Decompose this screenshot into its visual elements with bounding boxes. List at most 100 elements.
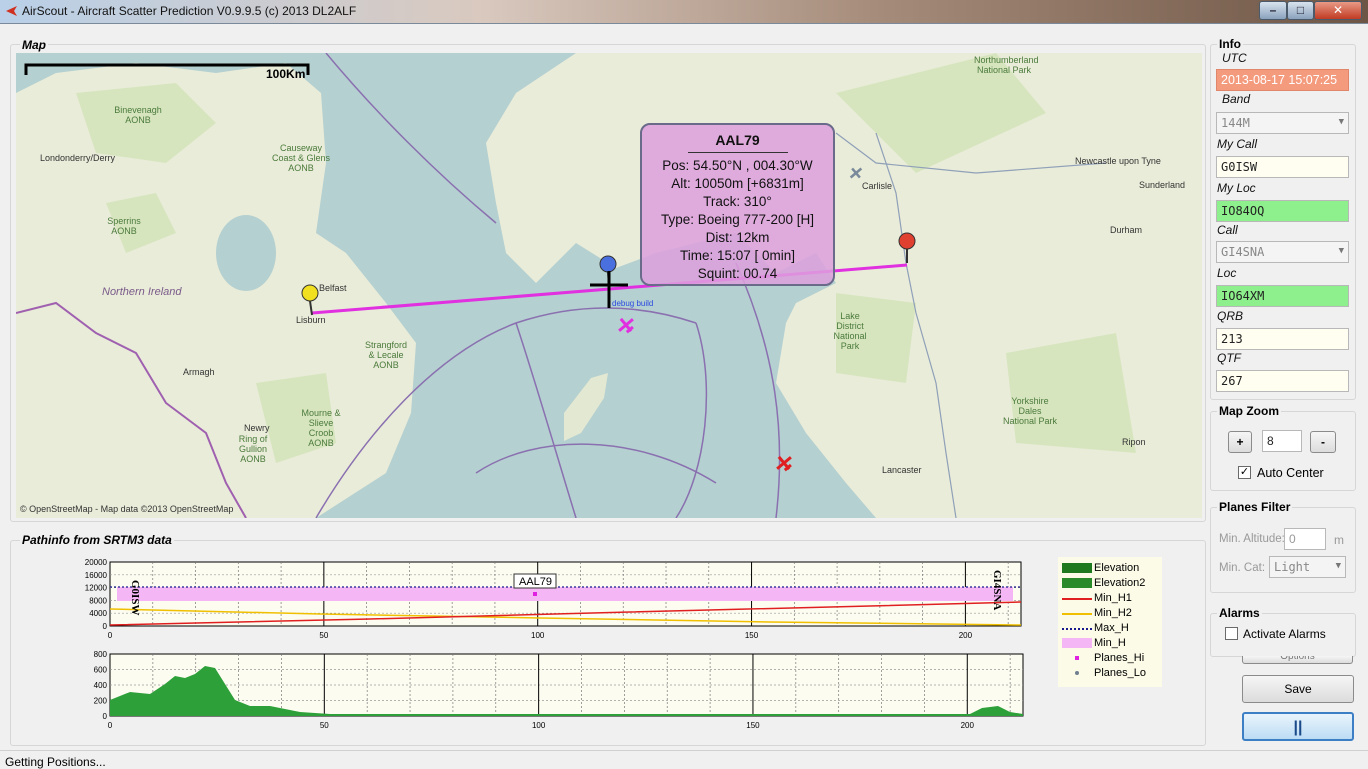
utc-label: UTC	[1222, 51, 1247, 65]
plane-tag-label: AAL79	[519, 576, 552, 588]
x-tick-label: 0	[108, 721, 113, 730]
popup-line: Track: 310°	[703, 194, 772, 209]
info-title: Info	[1217, 37, 1243, 51]
elevation-chart: 800 600 400 200 00 50 100 150 200	[94, 650, 1024, 730]
x-tick-label: 50	[319, 631, 328, 640]
place-label: Yorkshire Dales National Park	[1002, 396, 1058, 426]
place-label: Durham	[1110, 225, 1143, 235]
plane-icon-magenta[interactable]	[614, 313, 638, 337]
legend-label: Elevation2	[1094, 577, 1146, 589]
auto-center-checkbox[interactable]: ✓	[1238, 466, 1251, 479]
zoom-title: Map Zoom	[1217, 404, 1281, 418]
legend-label: Elevation	[1094, 562, 1140, 574]
place-label: Armagh	[183, 367, 215, 377]
chevron-down-icon: ▼	[1338, 246, 1344, 256]
loc-field[interactable]: IO64XM	[1216, 285, 1349, 307]
auto-center-label: Auto Center	[1257, 466, 1324, 480]
place-label: Lake District National Park	[833, 311, 867, 351]
y-tick-label: 400	[94, 681, 108, 690]
activate-alarms-label: Activate Alarms	[1243, 627, 1326, 641]
y-tick-label: 12000	[85, 584, 108, 593]
min-altitude-field[interactable]: 0	[1284, 528, 1326, 550]
legend-label: Planes_Hi	[1094, 652, 1145, 664]
popup-title: AAL79	[715, 132, 760, 148]
zoom-level-field[interactable]: 8	[1262, 430, 1302, 452]
y-tick-label: 16000	[85, 571, 108, 580]
place-label: Northern Ireland	[102, 286, 182, 298]
zoom-in-button[interactable]: +	[1228, 431, 1252, 453]
legend-label: Min_H	[1094, 637, 1126, 649]
plane-marker	[533, 592, 537, 596]
green-area-6	[1006, 333, 1136, 453]
chart-label-right: GI4SNA	[991, 570, 1003, 610]
qtf-field: 267	[1216, 370, 1349, 392]
zoom-out-button[interactable]: -	[1310, 431, 1336, 453]
place-label: Lisburn	[296, 315, 326, 325]
plane-icon-red[interactable]	[772, 451, 796, 475]
ireland-land	[16, 63, 416, 518]
path-height-chart: 20000 16000 12000 8000 4000 00 50 100 150 200 G0I…	[85, 558, 1022, 640]
legend-swatch	[1062, 638, 1092, 648]
territorial-line-1	[325, 53, 497, 224]
qrb-field: 213	[1216, 328, 1349, 350]
place-label: Mourne & Slieve Croob AONB	[301, 408, 341, 448]
popup-divider	[687, 152, 788, 153]
chart-label-left: G0ISW	[129, 580, 141, 615]
min-h-band	[117, 587, 1013, 601]
band-label: Band	[1222, 92, 1251, 106]
chevron-down-icon: ▼	[1335, 561, 1341, 571]
band-select[interactable]: 144M ▼	[1216, 112, 1349, 134]
y-tick-label: 8000	[89, 596, 107, 605]
close-button[interactable]: ✕	[1314, 1, 1362, 20]
territorial-line-6	[735, 262, 781, 518]
minimize-button[interactable]: –	[1259, 1, 1287, 20]
pause-button[interactable]: ||	[1242, 712, 1354, 741]
x-tick-label: 50	[320, 721, 329, 730]
y-tick-label: 4000	[89, 609, 107, 618]
scale-label: 100Km	[266, 67, 306, 81]
debug-label: debug build	[612, 299, 654, 308]
map-canvas	[16, 53, 1202, 518]
popup-line: Dist: 12km	[705, 230, 770, 245]
myloc-field[interactable]: IO84OQ	[1216, 200, 1349, 222]
place-label: Lancaster	[882, 465, 922, 475]
legend-swatch	[1062, 628, 1092, 630]
x-tick-label: 200	[959, 631, 973, 640]
chevron-down-icon: ▼	[1338, 117, 1344, 127]
place-label: Belfast	[319, 283, 347, 293]
app-icon	[6, 6, 17, 16]
options-button[interactable]: Options	[1242, 656, 1353, 664]
map-view[interactable]: 100Km Londonderry/Derry Binevenagh AONB …	[16, 53, 1202, 518]
activate-alarms-checkbox[interactable]	[1225, 627, 1238, 640]
place-label: Carlisle	[862, 181, 893, 191]
map-attribution[interactable]: © OpenStreetMap - Map data ©2013 OpenStr…	[20, 504, 233, 514]
y-tick-label: 200	[94, 697, 108, 706]
mycall-label: My Call	[1217, 137, 1258, 151]
popup-line: Time: 15:07 [ 0min]	[679, 248, 796, 263]
popup-line: Type: Boeing 777-200 [H]	[660, 212, 815, 227]
lough-neagh	[216, 215, 276, 291]
mycall-field[interactable]: G0ISW	[1216, 156, 1349, 178]
x-tick-label: 100	[532, 721, 546, 730]
min-category-select[interactable]: Light ▼	[1269, 556, 1346, 578]
pathinfo-title: Pathinfo from SRTM3 data	[20, 533, 174, 547]
legend-swatch	[1062, 613, 1092, 615]
maximize-button[interactable]: □	[1287, 1, 1314, 20]
y-tick-label: 20000	[85, 558, 108, 567]
x-tick-label: 150	[745, 631, 759, 640]
save-button[interactable]: Save	[1242, 675, 1354, 703]
chart-legend: Elevation Elevation2 Min_H1 Min_H2 Max_H Min_…	[1058, 557, 1162, 687]
title-bar: AirScout - Aircraft Scatter Prediction V…	[0, 0, 1368, 24]
plane-info-popup: AAL79 Pos: 54.50°N , 004.30°W Alt: 10050…	[640, 123, 835, 286]
legend-label: Min_H2	[1094, 607, 1132, 619]
myloc-label: My Loc	[1217, 181, 1256, 195]
legend-swatch	[1062, 563, 1092, 573]
y-tick-label: 600	[94, 666, 108, 675]
legend-swatch	[1062, 578, 1092, 588]
place-label: Strangford & Lecale AONB	[364, 340, 408, 370]
call-select[interactable]: GI4SNA ▼	[1216, 241, 1349, 263]
popup-line: Alt: 10050m [+6831m]	[671, 176, 804, 191]
popup-line: Squint: 00.74	[697, 266, 778, 281]
place-label: Binevenagh AONB	[114, 105, 162, 125]
x-tick-label: 200	[961, 721, 975, 730]
